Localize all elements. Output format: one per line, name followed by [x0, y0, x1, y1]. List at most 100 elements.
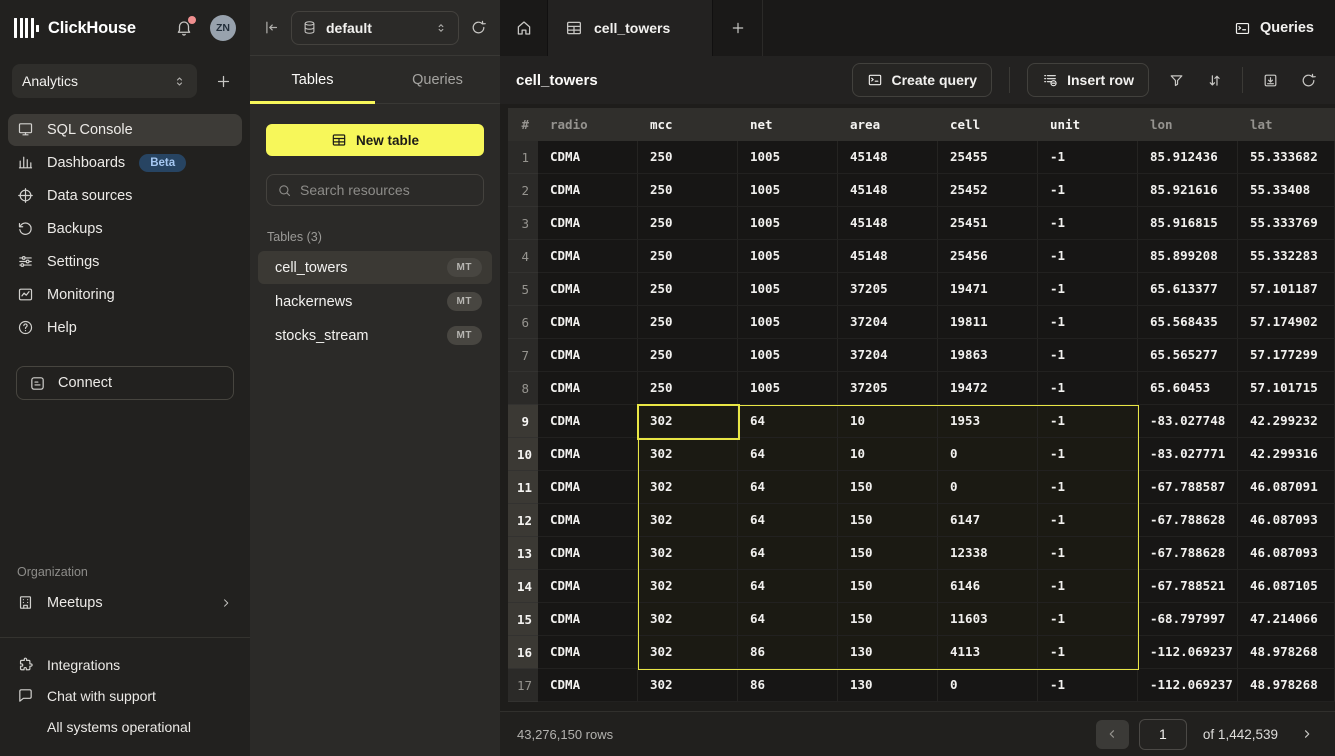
table-cell[interactable]: -1 [1038, 306, 1138, 339]
avatar[interactable]: ZN [210, 15, 236, 41]
table-cell[interactable]: 46.087093 [1238, 504, 1335, 537]
table-cell[interactable]: 19472 [938, 372, 1038, 405]
table-cell[interactable]: 250 [638, 174, 738, 207]
table-cell[interactable]: CDMA [538, 603, 638, 636]
table-cell[interactable]: 150 [838, 537, 938, 570]
row-number[interactable]: 16 [508, 636, 538, 669]
row-number[interactable]: 11 [508, 471, 538, 504]
table-cell[interactable]: CDMA [538, 669, 638, 702]
table-cell[interactable]: 302 [638, 405, 738, 438]
row-number[interactable]: 14 [508, 570, 538, 603]
table-cell[interactable]: 150 [838, 603, 938, 636]
table-cell[interactable]: -1 [1038, 603, 1138, 636]
table-cell[interactable]: -1 [1038, 207, 1138, 240]
table-cell[interactable]: 46.087091 [1238, 471, 1335, 504]
sidebar-item-sql-console[interactable]: SQL Console [8, 114, 242, 146]
row-number[interactable]: 13 [508, 537, 538, 570]
sidebar-item-all-systems-operational[interactable]: All systems operational [8, 712, 242, 742]
table-cell[interactable]: -1 [1038, 174, 1138, 207]
table-cell[interactable]: 6146 [938, 570, 1038, 603]
table-cell[interactable]: 250 [638, 240, 738, 273]
row-number[interactable]: 2 [508, 174, 538, 207]
table-cell[interactable]: CDMA [538, 240, 638, 273]
table-cell[interactable]: 250 [638, 273, 738, 306]
table-cell[interactable]: 85.899208 [1138, 240, 1238, 273]
table-cell[interactable]: -1 [1038, 504, 1138, 537]
table-cell[interactable]: 1005 [738, 174, 838, 207]
workspace-select[interactable]: Analytics [12, 64, 197, 98]
table-cell[interactable]: 64 [738, 471, 838, 504]
table-cell[interactable]: 12338 [938, 537, 1038, 570]
new-table-button[interactable]: New table [266, 124, 484, 156]
collapse-panel-button[interactable] [263, 19, 280, 36]
table-cell[interactable]: 302 [638, 636, 738, 669]
queries-button[interactable]: Queries [1213, 0, 1335, 56]
table-cell[interactable]: 302 [638, 471, 738, 504]
table-cell[interactable]: 19863 [938, 339, 1038, 372]
table-cell[interactable]: 302 [638, 438, 738, 471]
table-cell[interactable]: 1005 [738, 141, 838, 174]
refresh-data-button[interactable] [1298, 70, 1319, 91]
table-cell[interactable]: 302 [638, 537, 738, 570]
table-cell[interactable]: -67.788628 [1138, 537, 1238, 570]
table-cell[interactable]: 45148 [838, 141, 938, 174]
row-number[interactable]: 10 [508, 438, 538, 471]
table-cell[interactable]: -1 [1038, 273, 1138, 306]
column-header-cell[interactable]: cell [938, 108, 1038, 141]
table-cell[interactable]: 250 [638, 339, 738, 372]
page-number-input[interactable] [1139, 719, 1187, 750]
table-cell[interactable]: -1 [1038, 141, 1138, 174]
table-cell[interactable]: 42.299316 [1238, 438, 1335, 471]
table-cell[interactable]: -1 [1038, 438, 1138, 471]
column-header-lon[interactable]: lon [1138, 108, 1238, 141]
table-cell[interactable]: 250 [638, 372, 738, 405]
prev-page-button[interactable] [1096, 720, 1129, 749]
table-cell[interactable]: CDMA [538, 174, 638, 207]
sidebar-item-chat-with-support[interactable]: Chat with support [8, 681, 242, 711]
table-cell[interactable]: 45148 [838, 240, 938, 273]
table-cell[interactable]: 302 [638, 570, 738, 603]
new-tab-button[interactable] [713, 0, 762, 56]
table-cell[interactable]: -1 [1038, 405, 1138, 438]
table-cell[interactable]: 11603 [938, 603, 1038, 636]
table-cell[interactable]: -67.788521 [1138, 570, 1238, 603]
table-cell[interactable]: 57.174902 [1238, 306, 1335, 339]
row-number[interactable]: 4 [508, 240, 538, 273]
table-cell[interactable]: 65.565277 [1138, 339, 1238, 372]
table-cell[interactable]: CDMA [538, 405, 638, 438]
filter-button[interactable] [1166, 70, 1187, 91]
table-cell[interactable]: 57.177299 [1238, 339, 1335, 372]
column-header-net[interactable]: net [738, 108, 838, 141]
table-cell[interactable]: 85.916815 [1138, 207, 1238, 240]
table-cell[interactable]: CDMA [538, 438, 638, 471]
table-cell[interactable]: 150 [838, 504, 938, 537]
table-cell[interactable]: 25455 [938, 141, 1038, 174]
table-cell[interactable]: CDMA [538, 273, 638, 306]
table-cell[interactable]: CDMA [538, 207, 638, 240]
table-cell[interactable]: -83.027771 [1138, 438, 1238, 471]
table-item-cell-towers[interactable]: cell_towersMT [258, 251, 492, 284]
sidebar-item-backups[interactable]: Backups [8, 213, 242, 245]
table-cell[interactable]: 85.912436 [1138, 141, 1238, 174]
table-cell[interactable]: 64 [738, 405, 838, 438]
table-cell[interactable]: 25456 [938, 240, 1038, 273]
table-cell[interactable]: 150 [838, 570, 938, 603]
table-cell[interactable]: CDMA [538, 471, 638, 504]
insert-row-button[interactable]: Insert row [1027, 63, 1149, 97]
table-cell[interactable]: 42.299232 [1238, 405, 1335, 438]
column-header-unit[interactable]: unit [1038, 108, 1138, 141]
sidebar-item-help[interactable]: Help [8, 312, 242, 344]
table-cell[interactable]: 19811 [938, 306, 1038, 339]
table-cell[interactable]: CDMA [538, 141, 638, 174]
column-header-area[interactable]: area [838, 108, 938, 141]
table-cell[interactable]: 37205 [838, 372, 938, 405]
database-select[interactable]: default [291, 11, 459, 45]
table-cell[interactable]: CDMA [538, 636, 638, 669]
table-cell[interactable]: 6147 [938, 504, 1038, 537]
table-cell[interactable]: 37204 [838, 339, 938, 372]
table-cell[interactable]: 64 [738, 603, 838, 636]
table-cell[interactable]: 64 [738, 570, 838, 603]
table-cell[interactable]: 10 [838, 438, 938, 471]
row-number[interactable]: 3 [508, 207, 538, 240]
sidebar-item-monitoring[interactable]: Monitoring [8, 279, 242, 311]
